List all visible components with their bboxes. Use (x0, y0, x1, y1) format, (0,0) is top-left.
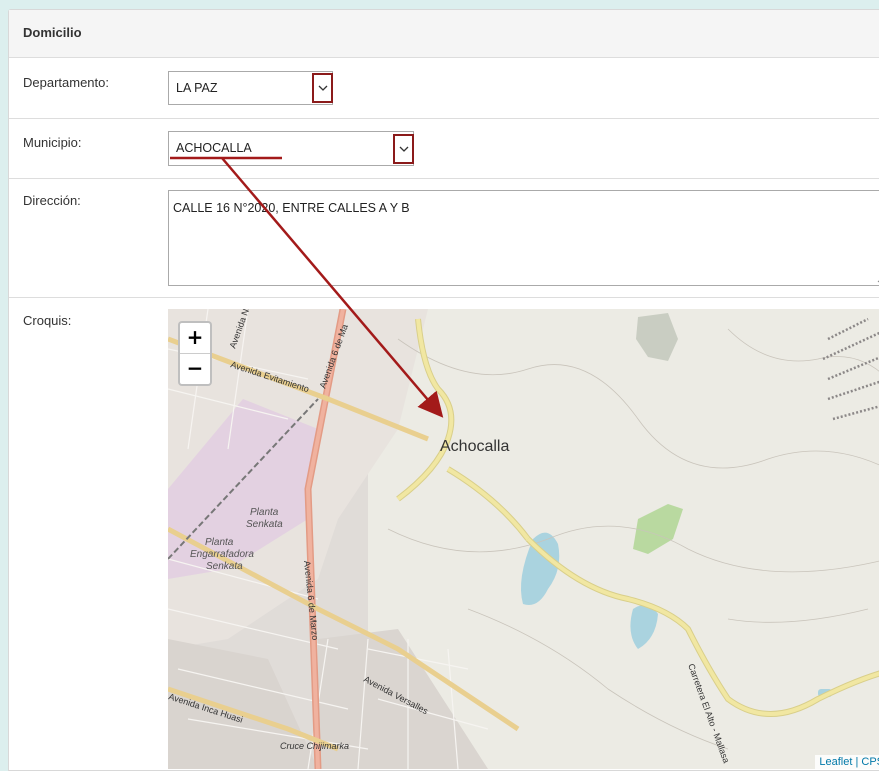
row-divider (9, 178, 879, 179)
croquis-map[interactable]: Achocalla Avenida Evitamiento Avenida 6 … (168, 309, 879, 769)
settlement-blocks (822, 317, 879, 421)
direccion-textarea[interactable]: CALLE 16 N°2020, ENTRE CALLES A Y B (168, 190, 879, 286)
row-divider (9, 118, 879, 119)
direccion-label: Dirección: (23, 193, 81, 208)
map-attribution[interactable]: Leaflet | CPS (815, 755, 879, 769)
croquis-label: Croquis: (23, 313, 72, 328)
zoom-in-button[interactable]: + (180, 323, 210, 353)
poi-label: Planta (205, 537, 234, 548)
lake (630, 605, 658, 649)
map-tiles: Achocalla Avenida Evitamiento Avenida 6 … (168, 309, 879, 769)
domicilio-panel: Domicilio Departamento: LA PAZ Municipio… (8, 9, 879, 771)
departamento-value: LA PAZ (176, 81, 218, 95)
zoom-out-button[interactable]: − (180, 353, 210, 384)
street-label: Cruce Chijimarka (280, 741, 349, 751)
municipio-select[interactable]: ACHOCALLA (168, 131, 414, 166)
poi-label: Senkata (246, 519, 283, 530)
panel-header: Domicilio (9, 10, 879, 58)
poi-label: Engarrafadora (190, 549, 254, 560)
municipio-label: Municipio: (23, 135, 82, 150)
park-area (633, 504, 683, 554)
chevron-down-icon[interactable] (312, 73, 333, 103)
map-place-label: Achocalla (440, 438, 509, 455)
municipio-value: ACHOCALLA (176, 141, 252, 155)
poi-label: Planta (250, 507, 279, 518)
chevron-down-icon[interactable] (393, 134, 414, 164)
poi-label: Senkata (206, 561, 243, 572)
street-label: Carretera El Alto - Mallasa (686, 662, 731, 764)
lake (520, 532, 560, 605)
row-divider (9, 297, 879, 298)
direccion-value: CALLE 16 N°2020, ENTRE CALLES A Y B (173, 201, 410, 215)
panel-title: Domicilio (23, 25, 82, 40)
departamento-select[interactable]: LA PAZ (168, 71, 333, 105)
map-zoom-control: + − (178, 321, 212, 386)
departamento-label: Departamento: (23, 75, 109, 90)
park-area (636, 313, 678, 361)
